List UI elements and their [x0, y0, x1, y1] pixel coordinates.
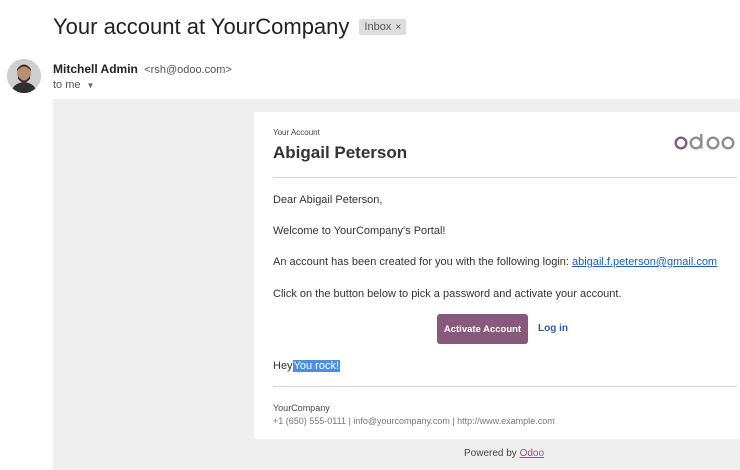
sender-line: Mitchell Admin <rsh@odoo.com> [53, 62, 232, 76]
email-card: Your Account Abigail Peterson Dear Abiga… [254, 112, 740, 439]
login-info-prefix: An account has been created for you with… [273, 256, 573, 268]
activate-account-button[interactable]: Activate Account [437, 314, 528, 344]
sender-avatar[interactable] [7, 59, 41, 93]
divider [273, 386, 737, 387]
footer-contact: +1 (650) 555-0111 | info@yourcompany.com… [273, 416, 555, 426]
welcome-text: Welcome to YourCompany's Portal! [273, 225, 446, 237]
footer-company: YourCompany [273, 403, 330, 413]
login-info: An account has been created for you with… [273, 256, 717, 268]
odoo-logo-icon [674, 134, 735, 150]
hey-text: Hey [273, 360, 293, 372]
card-kicker: Your Account [273, 128, 320, 137]
email-subject: Your account at YourCompany [53, 14, 350, 39]
email-header: Your account at YourCompany Inbox × [53, 14, 407, 40]
to-me-label: to me [53, 79, 81, 91]
greeting-text: Dear Abigail Peterson, [273, 194, 383, 206]
log-in-link[interactable]: Log in [538, 323, 568, 334]
recipient-line: to me ▼ [53, 79, 94, 91]
powered-by-prefix: Powered by [464, 448, 520, 459]
details-dropdown-icon[interactable]: ▼ [87, 81, 95, 90]
recipient-name: Abigail Peterson [273, 143, 408, 162]
sender-name[interactable]: Mitchell Admin [53, 62, 138, 76]
signature-text[interactable]: HeyYou rock! [273, 360, 341, 372]
odoo-link[interactable]: Odoo [520, 448, 544, 459]
instruction-text: Click on the button below to pick a pass… [273, 288, 622, 300]
sender-email: <rsh@odoo.com> [144, 64, 232, 76]
person-avatar-icon [7, 59, 41, 93]
selected-text: You rock! [292, 360, 341, 372]
login-email-link[interactable]: abigail.f.peterson@gmail.com [572, 256, 717, 268]
inbox-label-text: Inbox [364, 21, 392, 33]
powered-by: Powered by Odoo [464, 448, 544, 459]
divider [273, 177, 737, 178]
remove-label-icon[interactable]: × [395, 22, 401, 33]
inbox-label-chip[interactable]: Inbox × [359, 19, 407, 35]
